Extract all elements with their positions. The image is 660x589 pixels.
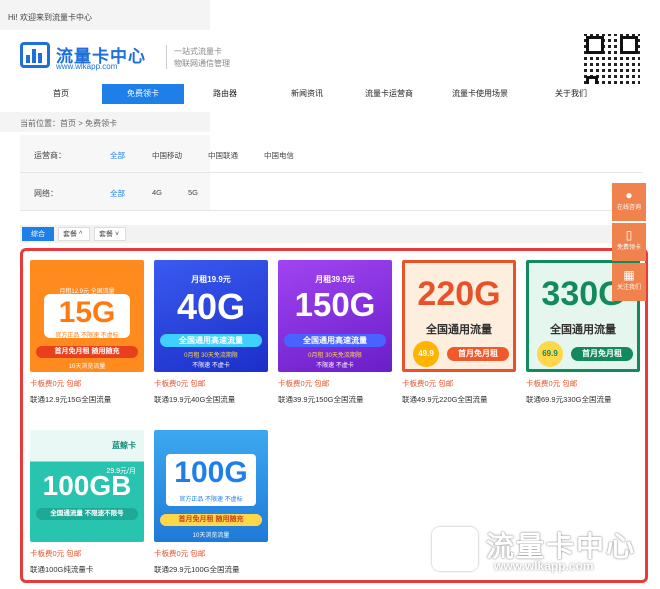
nav-item-about[interactable]: 关于我们 xyxy=(530,84,612,104)
nav-item-router[interactable]: 路由器 xyxy=(184,84,266,104)
product-name[interactable]: 联通69.9元330G全国流量 xyxy=(526,394,611,405)
greeting-text: Hi! 欢迎来到流量卡中心 xyxy=(8,13,92,22)
product-name[interactable]: 联通29.9元100G全国流量 xyxy=(154,564,239,575)
watermark-url: www.wlkapp.com xyxy=(494,559,594,573)
site-logo[interactable]: 流量卡中心 www.wlkapp.com 一站式流量卡 物联网通信管理 xyxy=(20,40,230,76)
sort-bar: 综合 套餐 ^ 套餐 ˅ xyxy=(20,225,642,243)
breadcrumb: 当前位置：首页 > 免费领卡 xyxy=(0,112,210,132)
nav-item-free-card[interactable]: 免费领卡 xyxy=(102,84,184,104)
sort-package-desc-button[interactable]: 套餐 ˅ xyxy=(94,227,126,241)
product-price: 卡板费0元 包邮 xyxy=(154,379,206,388)
product-card[interactable]: 月租12.9元 全国流量 15G 官方正品 不限速 不虚标 首月免月租 随用随充… xyxy=(30,260,146,410)
product-price: 卡板费0元 包邮 xyxy=(402,379,454,388)
product-price: 卡板费0元 包邮 xyxy=(278,379,330,388)
sort-default-button[interactable]: 综合 xyxy=(22,227,54,241)
product-card[interactable]: 月租39.9元 150G 全国通用高速流量 0月租 30天免流期限 不限速 不虚… xyxy=(278,260,394,410)
filter-network-5g[interactable]: 5G xyxy=(188,188,198,197)
product-name[interactable]: 联通12.9元15G全国流量 xyxy=(30,394,111,405)
main-nav: 首页 免费领卡 路由器 新闻资讯 流量卡运营商 流量卡使用场景 关于我们 xyxy=(20,84,642,104)
watermark-logo-icon xyxy=(432,527,478,571)
product-image[interactable]: 220G 全国通用流量 49.9 首月免月租 xyxy=(402,260,516,372)
chat-icon: ● xyxy=(625,188,633,202)
filter-operator-mobile[interactable]: 中国移动 xyxy=(152,150,182,161)
filter-network-label: 网络： xyxy=(34,189,58,198)
product-card[interactable]: 100G 官方正品 不限速 不虚标 首月免月租 随用随充 10天浏览流量 卡板费… xyxy=(154,430,270,580)
logo-divider xyxy=(166,45,167,69)
sort-package-asc-button[interactable]: 套餐 ^ xyxy=(58,227,90,241)
logo-slogan: 一站式流量卡 物联网通信管理 xyxy=(174,46,230,70)
filter-network-all[interactable]: 全部 xyxy=(110,188,125,199)
watermark: 流量卡中心 www.wlkapp.com xyxy=(432,525,646,577)
product-name[interactable]: 联通49.9元220G全国流量 xyxy=(402,394,487,405)
product-price: 卡板费0元 包邮 xyxy=(526,379,578,388)
product-name[interactable]: 联通100G纯流量卡 xyxy=(30,564,93,575)
filter-operator-label: 运营商： xyxy=(34,151,66,160)
nav-item-home[interactable]: 首页 xyxy=(20,84,102,104)
filter-operator-all[interactable]: 全部 xyxy=(110,150,125,161)
phone-icon: ▯ xyxy=(625,228,633,242)
product-card[interactable]: 月租19.9元 40G 全国通用高速流量 0月租 30天免流期限 不限速 不虚卡… xyxy=(154,260,270,410)
side-chat-button[interactable]: ● 在线咨询 xyxy=(612,183,646,221)
filter-operator-telecom[interactable]: 中国电信 xyxy=(264,150,294,161)
product-card[interactable]: 220G 全国通用流量 49.9 首月免月租 卡板费0元 包邮 联通49.9元2… xyxy=(402,260,518,410)
filter-network-4g[interactable]: 4G xyxy=(152,188,162,197)
top-bar: Hi! 欢迎来到流量卡中心 xyxy=(0,0,210,30)
qrcode-icon xyxy=(582,32,642,92)
qrcode-small-icon: ▦ xyxy=(623,268,635,282)
product-price: 卡板费0元 包邮 xyxy=(30,549,82,558)
product-price: 卡板费0元 包邮 xyxy=(154,549,206,558)
slogan-line-2: 物联网通信管理 xyxy=(174,59,230,68)
slogan-line-1: 一站式流量卡 xyxy=(174,47,222,56)
product-image[interactable]: 100G 官方正品 不限速 不虚标 首月免月租 随用随充 10天浏览流量 xyxy=(154,430,268,542)
product-image[interactable]: 月租39.9元 150G 全国通用高速流量 0月租 30天免流期限 不限速 不虚… xyxy=(278,260,392,372)
product-image[interactable]: 月租12.9元 全国流量 15G 官方正品 不限速 不虚标 首月免月租 随用随充… xyxy=(30,260,144,372)
product-image[interactable]: 月租19.9元 40G 全国通用高速流量 0月租 30天免流期限 不限速 不虚卡 xyxy=(154,260,268,372)
product-card[interactable]: 蓝鲸卡 29.9元/月 100GB 全国通流量 不限速不限号 卡板费0元 包邮 … xyxy=(30,430,146,580)
product-name[interactable]: 联通19.9元40G全国流量 xyxy=(154,394,235,405)
logo-mark-icon xyxy=(20,42,50,68)
logo-url: www.wlkapp.com xyxy=(56,62,118,71)
filter-operator: 运营商： 全部 中国移动 中国联通 中国电信 xyxy=(20,135,642,173)
product-image[interactable]: 蓝鲸卡 29.9元/月 100GB 全国通流量 不限速不限号 xyxy=(30,430,144,542)
product-price: 卡板费0元 包邮 xyxy=(30,379,82,388)
filter-operator-unicom[interactable]: 中国联通 xyxy=(208,150,238,161)
side-free-card-button[interactable]: ▯ 免费领卡 xyxy=(612,223,646,261)
nav-item-news[interactable]: 新闻资讯 xyxy=(266,84,348,104)
nav-item-scenarios[interactable]: 流量卡使用场景 xyxy=(434,84,526,104)
filter-network: 网络： 全部 4G 5G xyxy=(20,173,642,211)
product-name[interactable]: 联通39.9元150G全国流量 xyxy=(278,394,363,405)
side-follow-button[interactable]: ▦ 关注我们 xyxy=(612,263,646,301)
nav-item-operators[interactable]: 流量卡运营商 xyxy=(348,84,430,104)
breadcrumb-text: 当前位置：首页 > 免费领卡 xyxy=(20,119,118,128)
